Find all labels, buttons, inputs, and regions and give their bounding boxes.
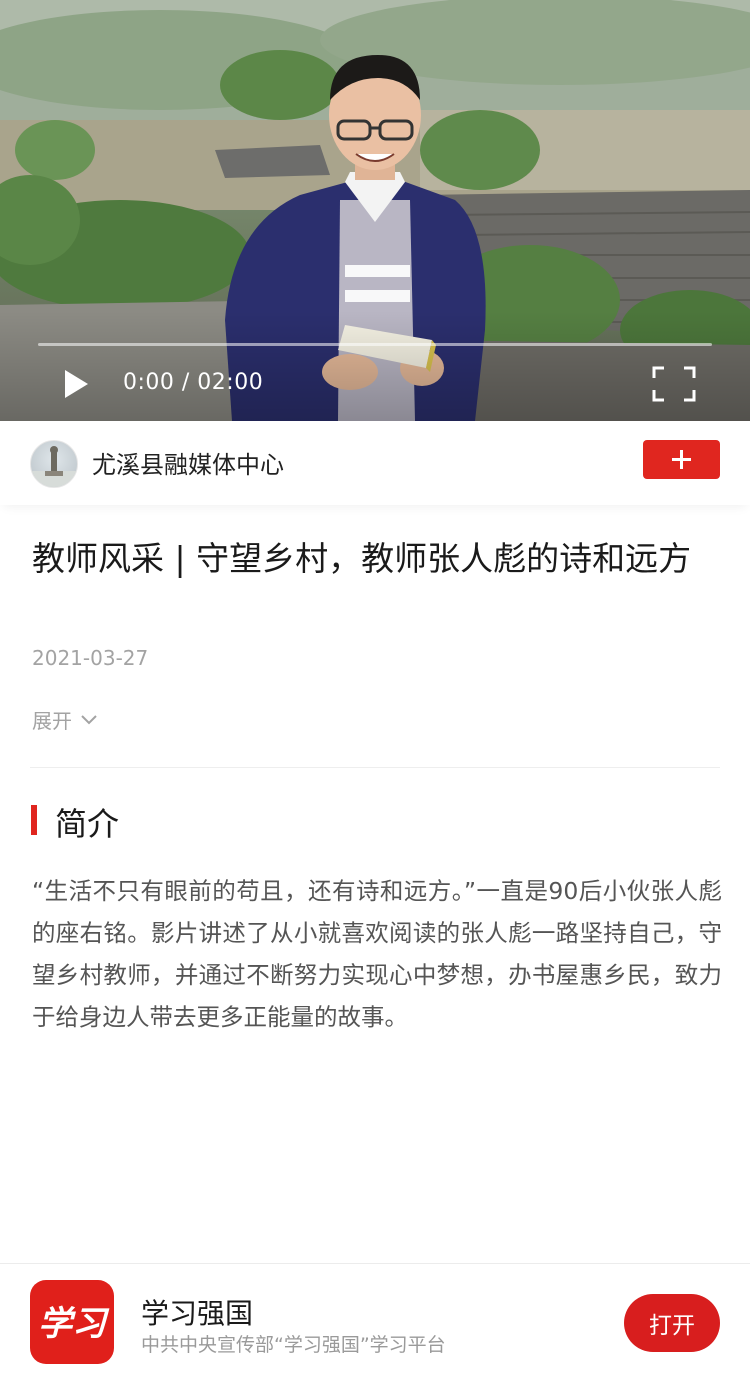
publish-date: 2021-03-27: [32, 646, 149, 670]
author-bar: 尤溪县融媒体中心: [0, 421, 750, 505]
app-download-banner: 学习 学习强国 中共中央宣传部“学习强国”学习平台 打开: [0, 1263, 750, 1373]
section-accent-bar: [31, 805, 37, 835]
author-avatar[interactable]: [30, 440, 78, 488]
expand-toggle[interactable]: 展开: [32, 705, 98, 734]
article-title: 教师风采 | 守望乡村，教师张人彪的诗和远方: [32, 539, 692, 578]
chevron-down-icon: [81, 714, 97, 724]
app-description: 中共中央宣传部“学习强国”学习平台: [141, 1334, 446, 1356]
open-app-button[interactable]: 打开: [624, 1294, 720, 1352]
app-name: 学习强国: [141, 1297, 254, 1330]
fullscreen-icon: [652, 366, 696, 402]
xuexi-logo-icon: 学习: [38, 1304, 110, 1344]
intro-text: “生活不只有眼前的苟且，还有诗和远方。”一直是90后小伙张人彪的座右铭。影片讲述…: [32, 877, 722, 1031]
app-logo-text: 学习: [38, 1304, 110, 1344]
expand-label: 展开: [32, 709, 72, 733]
play-icon: [65, 370, 88, 398]
controls-gradient: [0, 311, 750, 421]
plus-icon-stem: [680, 450, 683, 469]
app-logo[interactable]: 学习: [30, 1280, 114, 1364]
fullscreen-button[interactable]: [652, 366, 696, 402]
progress-bar[interactable]: [38, 343, 712, 346]
section-title: 简介: [55, 805, 120, 843]
author-name[interactable]: 尤溪县融媒体中心: [92, 445, 284, 480]
time-display: 0:00 / 02:00: [123, 370, 264, 395]
divider: [30, 767, 720, 768]
video-player[interactable]: 0:00 / 02:00: [0, 0, 750, 421]
statue-icon: [31, 446, 77, 487]
follow-button[interactable]: [643, 440, 720, 479]
play-button[interactable]: [60, 368, 92, 400]
